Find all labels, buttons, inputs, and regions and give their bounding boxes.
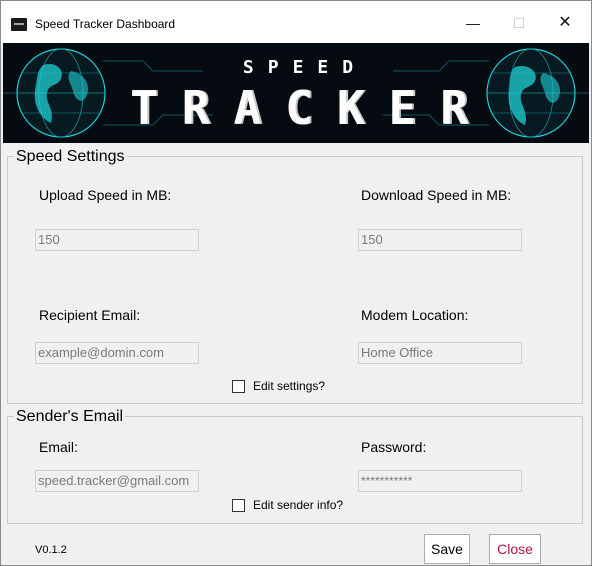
minimize-icon[interactable]: — xyxy=(453,11,493,35)
close-button[interactable]: Close xyxy=(489,534,541,564)
password-input[interactable]: *********** xyxy=(358,470,522,492)
upload-speed-label: Upload Speed in MB: xyxy=(39,187,172,203)
download-speed-input[interactable]: 150 xyxy=(358,229,522,251)
app-window: Speed Tracker Dashboard — ☐ ✕ SPEED TRAC… xyxy=(0,0,592,566)
close-window-icon[interactable]: ✕ xyxy=(545,11,585,35)
checkbox-square[interactable] xyxy=(232,379,245,393)
sender-email-label: Email: xyxy=(39,439,78,455)
password-label: Password: xyxy=(361,439,427,455)
speed-tracker-banner: SPEED TRACKER xyxy=(3,43,589,143)
upload-speed-input[interactable]: 150 xyxy=(35,229,199,251)
banner-subtitle: SPEED xyxy=(242,57,368,78)
recipient-email-input[interactable]: example@domin.com xyxy=(35,342,199,364)
download-speed-label: Download Speed in MB: xyxy=(361,187,512,203)
modem-location-label: Modem Location: xyxy=(361,307,469,323)
sender-email-input[interactable]: speed.tracker@gmail.com xyxy=(35,470,199,492)
banner-title: TRACKER xyxy=(130,81,492,135)
recipient-email-label: Recipient Email: xyxy=(39,307,141,323)
modem-location-input[interactable]: Home Office xyxy=(358,342,522,364)
maximize-icon[interactable]: ☐ xyxy=(499,11,539,35)
edit-sender-info-checkbox[interactable]: Edit sender info? xyxy=(232,498,343,512)
version-label: V0.1.2 xyxy=(35,544,67,556)
edit-settings-checkbox[interactable]: Edit settings? xyxy=(232,379,325,393)
speed-settings-title: Speed Settings xyxy=(14,148,127,166)
title-bar[interactable]: Speed Tracker Dashboard — ☐ ✕ xyxy=(1,1,591,43)
edit-settings-label: Edit settings? xyxy=(253,379,326,393)
edit-sender-info-label: Edit sender info? xyxy=(253,498,344,512)
window-title: Speed Tracker Dashboard xyxy=(35,17,176,31)
checkbox-square[interactable] xyxy=(232,498,245,512)
save-button[interactable]: Save xyxy=(424,534,470,564)
senders-email-title: Sender's Email xyxy=(14,408,126,426)
app-icon xyxy=(11,18,27,31)
